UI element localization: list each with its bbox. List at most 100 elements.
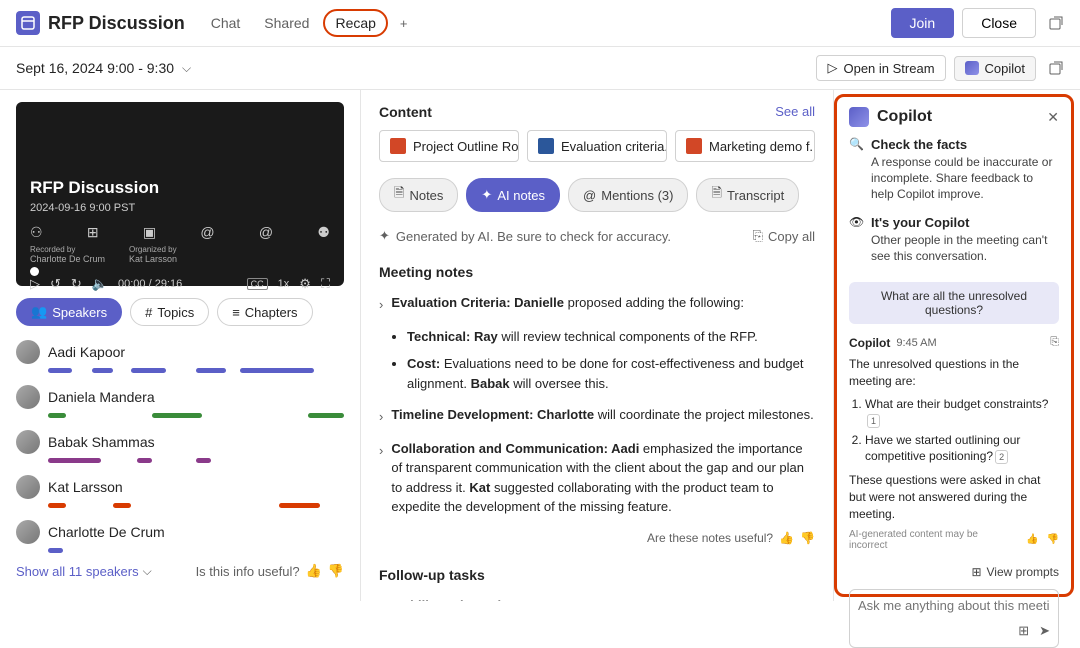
footer-row: Show all 11 speakers⌵ Is this info usefu… [16, 563, 344, 579]
rewind-button[interactable]: ↺ [50, 276, 61, 292]
app-icon [16, 11, 40, 35]
copilot-toggle[interactable]: Copilot [954, 56, 1036, 81]
view-prompts-button[interactable]: ⊞ View prompts [849, 565, 1059, 579]
volume-button[interactable]: 🔈 [92, 276, 108, 292]
hash-icon: # [145, 305, 152, 320]
subheader: Sept 16, 2024 9:00 - 9:30 ⌵ ▷ Open in St… [0, 47, 1080, 90]
note-item: ›Timeline Development: Charlotte will co… [379, 405, 815, 427]
transcript-tab[interactable]: 🗎Transcript [696, 178, 799, 212]
note-subitem: Cost: Evaluations need to be done for co… [407, 354, 815, 393]
chapters-tab[interactable]: ≡Chapters [217, 298, 312, 326]
see-all-link[interactable]: See all [775, 104, 815, 120]
open-stream-button[interactable]: ▷ Open in Stream [816, 55, 945, 81]
copilot-info-2: 👁 It's your CopilotOther people in the m… [849, 215, 1059, 264]
speaker-list: Aadi Kapoor Daniela Mandera Babak Shammas K… [16, 340, 344, 553]
caret-icon[interactable]: › [379, 407, 383, 427]
tab-chat[interactable]: Chat [201, 11, 251, 35]
content-file[interactable]: Marketing demo f... [675, 130, 815, 162]
person-icon: ⚇ [30, 224, 43, 241]
speaker-row[interactable]: Aadi Kapoor [16, 340, 344, 373]
speaker-timeline [48, 458, 344, 463]
thumbs-down-icon[interactable]: 👎 [328, 563, 344, 579]
topics-tab[interactable]: #Topics [130, 298, 209, 326]
followup-heading: Follow-up tasks [379, 565, 815, 586]
chevron-down-icon: ⌵ [182, 61, 191, 76]
stream-icon: ▷ [827, 60, 837, 76]
layout-icon: ⊞ [87, 224, 99, 241]
copy-icon: ⎘ [753, 228, 763, 244]
forward-button[interactable]: ↻ [71, 276, 82, 292]
thumbs-up-icon[interactable]: 👍 [779, 529, 794, 547]
close-button[interactable]: Close [962, 8, 1036, 38]
copilot-info-1: 🔍 Check the factsA response could be ina… [849, 137, 1059, 203]
copilot-input[interactable] [858, 598, 1050, 613]
search-icon: 🔍 [849, 137, 863, 203]
speaker-timeline [48, 368, 344, 373]
speaker-name: Daniela Mandera [48, 389, 155, 405]
popout-icon[interactable] [1048, 15, 1064, 31]
close-icon[interactable]: ✕ [1047, 109, 1059, 126]
thumbs-up-icon[interactable]: 👍 [306, 563, 322, 579]
fullscreen-icon[interactable]: ⛶ [321, 276, 330, 292]
frame-icon: ▣ [143, 224, 156, 241]
mention-icon: @ [200, 224, 214, 241]
notes-tab[interactable]: 🗎Notes [379, 178, 458, 212]
thumbs-up-icon[interactable]: 👍 [1026, 534, 1038, 545]
thumbs-down-icon[interactable]: 👎 [800, 529, 815, 547]
video-controls: ▷ ↺ ↻ 🔈 00:00 / 29:16 CC 1x ⚙ ⛶ [30, 276, 330, 292]
show-all-speakers[interactable]: Show all 11 speakers⌵ [16, 564, 152, 579]
cc-button[interactable]: CC [247, 278, 268, 290]
file-icon [686, 138, 702, 154]
copy-icon[interactable]: ⎘ [1050, 336, 1059, 349]
speaker-row[interactable]: Daniela Mandera [16, 385, 344, 418]
thumbs-down-icon[interactable]: 👎 [1047, 534, 1059, 545]
ref-badge[interactable]: 2 [995, 450, 1008, 464]
date-select[interactable]: Sept 16, 2024 9:00 - 9:30 ⌵ [16, 56, 191, 80]
join-button[interactable]: Join [891, 8, 955, 38]
tab-add[interactable]: + [392, 12, 416, 35]
speaker-row[interactable]: Babak Shammas [16, 430, 344, 463]
content-file[interactable]: Project Outline Ro... [379, 130, 519, 162]
left-column: RFP Discussion 2024-09-16 9:00 PST ⚇ ⊞ ▣… [0, 90, 360, 601]
sparkle-icon: ✦ [481, 187, 492, 203]
speakers-tab[interactable]: 👥Speakers [16, 298, 122, 326]
caret-icon[interactable]: › [379, 598, 383, 602]
video-player[interactable]: RFP Discussion 2024-09-16 9:00 PST ⚇ ⊞ ▣… [16, 102, 344, 286]
resp-item: Have we started outlining our competitiv… [865, 432, 1059, 464]
avatar [16, 430, 40, 454]
resp-name: Copilot [849, 336, 890, 350]
tab-recap[interactable]: Recap [323, 9, 387, 37]
copilot-response: Copilot 9:45 AM ⎘ The unresolved questio… [849, 336, 1059, 551]
grid-icon[interactable]: ⊞ [1018, 623, 1029, 639]
speaker-row[interactable]: Kat Larsson [16, 475, 344, 508]
caret-icon[interactable]: › [379, 441, 383, 517]
tab-shared[interactable]: Shared [254, 11, 319, 35]
speaker-row[interactable]: Charlotte De Crum [16, 520, 344, 553]
notes-useful: Are these notes useful? 👍 👎 [379, 529, 815, 547]
speaker-name: Babak Shammas [48, 434, 155, 450]
prompt-chip[interactable]: What are all the unresolved questions? [849, 282, 1059, 324]
settings-icon[interactable]: ⚙ [299, 276, 311, 292]
ref-badge[interactable]: 1 [867, 414, 880, 428]
note-subitem: Technical: Ray will review technical com… [407, 327, 815, 347]
header: RFP Discussion Chat Shared Recap + Join … [0, 0, 1080, 47]
avatar [16, 520, 40, 544]
popout-icon-2[interactable] [1048, 60, 1064, 76]
main: RFP Discussion 2024-09-16 9:00 PST ⚇ ⊞ ▣… [0, 90, 1080, 601]
speed-button[interactable]: 1x [278, 278, 290, 290]
ai-notes-tab[interactable]: ✦AI notes [466, 178, 560, 212]
copilot-icon [965, 61, 979, 75]
mentions-tab[interactable]: @Mentions (3) [568, 178, 688, 212]
content-files: Project Outline Ro...Evaluation criteria… [379, 130, 815, 162]
caret-icon[interactable]: › [379, 295, 383, 315]
content-file[interactable]: Evaluation criteria... [527, 130, 667, 162]
copy-all-button[interactable]: ⎘ Copy all [753, 228, 815, 244]
send-icon[interactable]: ➤ [1039, 623, 1050, 639]
center-column: Content See all Project Outline Ro...Eva… [360, 90, 834, 601]
note-item: ›Evaluation Criteria: Danielle proposed … [379, 293, 815, 315]
video-icon-row: ⚇ ⊞ ▣ @ @ ⚉ [30, 224, 330, 241]
play-button[interactable]: ▷ [30, 276, 40, 292]
speaker-timeline [48, 503, 344, 508]
video-time: 00:00 / 29:16 [118, 278, 182, 290]
copilot-disclaimer: AI-generated content may be incorrect 👍 … [849, 529, 1059, 551]
